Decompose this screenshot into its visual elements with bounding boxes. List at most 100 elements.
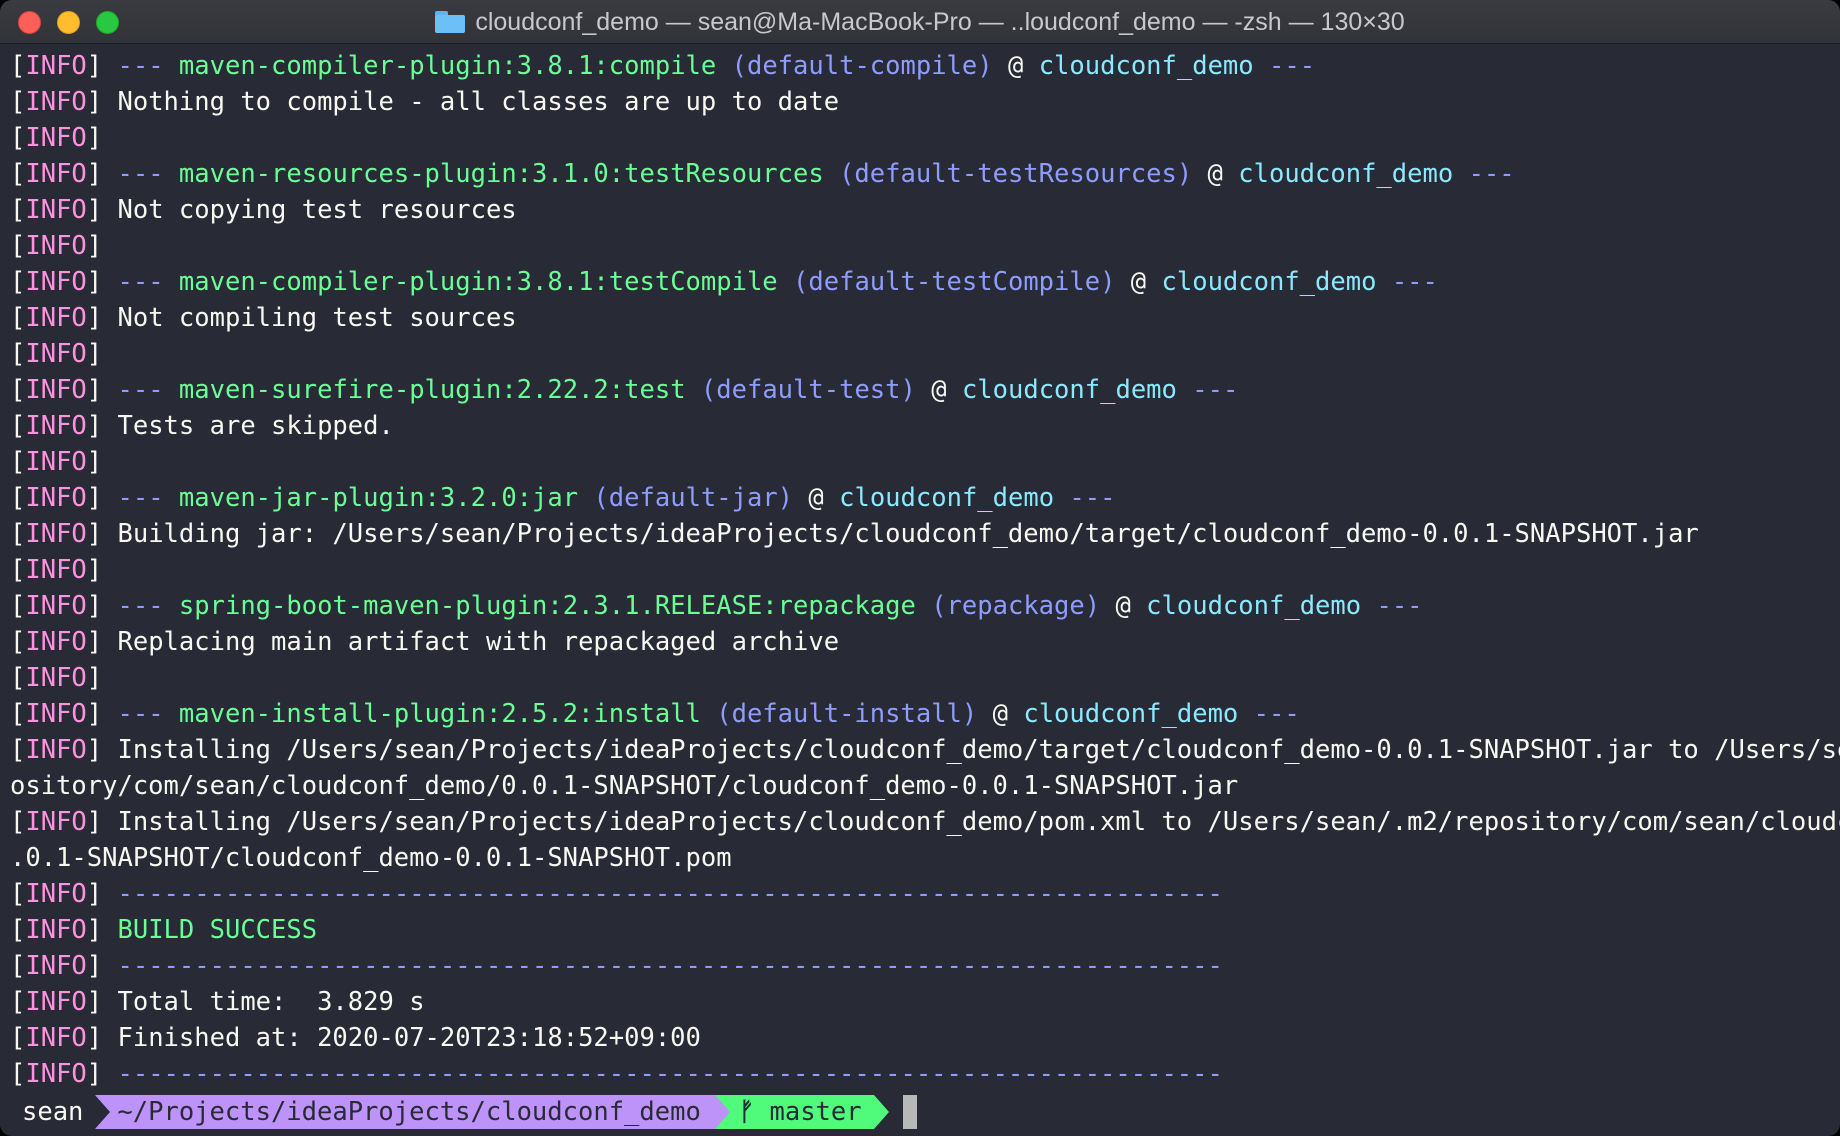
info-label: INFO xyxy=(25,51,87,81)
info-tag: [INFO] xyxy=(10,915,103,945)
plugin-goal: maven-surefire-plugin:2.22.2:test xyxy=(178,375,686,405)
info-label: INFO xyxy=(25,807,87,837)
info-label: INFO xyxy=(25,411,87,441)
plugin-goal: maven-install-plugin:2.5.2:install xyxy=(178,699,701,729)
at-sign: @ xyxy=(1007,51,1024,81)
terminal-line: [INFO] Finished at: 2020-07-20T23:18:52+… xyxy=(10,1020,1840,1056)
info-tag: [INFO] xyxy=(10,195,103,225)
build-status: BUILD SUCCESS xyxy=(117,915,318,945)
separator: --- xyxy=(117,483,164,513)
separator: --- xyxy=(117,159,164,189)
info-label: INFO xyxy=(25,951,87,981)
terminal-line: [INFO] xyxy=(10,228,1840,264)
info-label: INFO xyxy=(25,735,87,765)
info-tag: [INFO] xyxy=(10,483,103,513)
separator: --- xyxy=(1253,699,1300,729)
separator-rule: ----------------------------------------… xyxy=(117,879,1223,909)
plugin-goal: maven-jar-plugin:3.2.0:jar xyxy=(178,483,579,513)
terminal-line: [INFO] Not copying test resources xyxy=(10,192,1840,228)
execution-id: (default-testResources) xyxy=(839,159,1193,189)
terminal-output[interactable]: [INFO] --- maven-compiler-plugin:3.8.1:c… xyxy=(0,44,1840,1130)
info-tag: [INFO] xyxy=(10,339,103,369)
project-name: cloudconf_demo xyxy=(839,483,1055,513)
project-name: cloudconf_demo xyxy=(1038,51,1254,81)
prompt-path: ~/Projects/ideaProjects/cloudconf_demo xyxy=(95,1095,715,1129)
info-tag: [INFO] xyxy=(10,699,103,729)
terminal-line: [INFO] BUILD SUCCESS xyxy=(10,912,1840,948)
info-tag: [INFO] xyxy=(10,879,103,909)
info-tag: [INFO] xyxy=(10,303,103,333)
execution-id: (default-jar) xyxy=(593,483,794,513)
at-sign: @ xyxy=(1207,159,1223,189)
terminal-line: [INFO] --- maven-install-plugin:2.5.2:in… xyxy=(10,696,1840,732)
terminal-line: [INFO] ---------------------------------… xyxy=(10,1056,1840,1092)
at-sign: @ xyxy=(931,375,947,405)
separator-rule: ----------------------------------------… xyxy=(117,1059,1223,1089)
info-tag: [INFO] xyxy=(10,1059,103,1089)
info-tag: [INFO] xyxy=(10,123,103,153)
info-tag: [INFO] xyxy=(10,951,103,981)
terminal-line: [INFO] Not compiling test sources xyxy=(10,300,1840,336)
execution-id: (default-compile) xyxy=(731,51,993,81)
terminal-line: [INFO] Nothing to compile - all classes … xyxy=(10,84,1840,120)
info-label: INFO xyxy=(25,1059,87,1089)
plugin-goal: maven-resources-plugin:3.1.0:testResourc… xyxy=(178,159,824,189)
terminal-line: [INFO] ---------------------------------… xyxy=(10,876,1840,912)
terminal-line: [INFO] xyxy=(10,120,1840,156)
plugin-goal: spring-boot-maven-plugin:2.3.1.RELEASE:r… xyxy=(178,591,916,621)
terminal-window: cloudconf_demo — sean@Ma-MacBook-Pro — .… xyxy=(0,0,1840,1136)
log-message: Installing /Users/sean/Projects/ideaProj… xyxy=(117,735,1840,765)
at-sign: @ xyxy=(1130,267,1147,297)
log-message: Replacing main artifact with repackaged … xyxy=(117,627,840,657)
prompt-user: sean xyxy=(0,1095,96,1129)
terminal-line: [INFO] Installing /Users/sean/Projects/i… xyxy=(10,804,1840,840)
terminal-line: [INFO] Building jar: /Users/sean/Project… xyxy=(10,516,1840,552)
separator: --- xyxy=(117,699,164,729)
info-tag: [INFO] xyxy=(10,375,103,405)
info-label: INFO xyxy=(25,591,87,621)
info-label: INFO xyxy=(25,879,87,909)
log-message: Building jar: /Users/sean/Projects/ideaP… xyxy=(117,519,1699,549)
execution-id: (default-test) xyxy=(700,375,916,405)
terminal-line: .0.1-SNAPSHOT/cloudconf_demo-0.0.1-SNAPS… xyxy=(10,840,1840,876)
separator: --- xyxy=(1468,159,1515,189)
info-tag: [INFO] xyxy=(10,519,103,549)
terminal-line: [INFO] --- maven-compiler-plugin:3.8.1:t… xyxy=(10,264,1840,300)
info-label: INFO xyxy=(25,303,87,333)
project-name: cloudconf_demo xyxy=(1161,267,1377,297)
execution-id: (repackage) xyxy=(931,591,1101,621)
plugin-goal: maven-compiler-plugin:3.8.1:compile xyxy=(178,51,717,81)
info-label: INFO xyxy=(25,663,87,693)
info-tag: [INFO] xyxy=(10,627,103,657)
info-tag: [INFO] xyxy=(10,591,103,621)
terminal-line: [INFO] Tests are skipped. xyxy=(10,408,1840,444)
info-label: INFO xyxy=(25,447,87,477)
info-label: INFO xyxy=(25,483,87,513)
log-message-continued: ository/com/sean/cloudconf_demo/0.0.1-SN… xyxy=(10,771,1239,801)
info-label: INFO xyxy=(25,339,87,369)
info-tag: [INFO] xyxy=(10,1023,103,1053)
info-label: INFO xyxy=(25,519,87,549)
separator: --- xyxy=(1376,591,1423,621)
terminal-line: [INFO] Total time: 3.829 s xyxy=(10,984,1840,1020)
info-label: INFO xyxy=(25,699,87,729)
at-sign: @ xyxy=(808,483,824,513)
info-tag: [INFO] xyxy=(10,87,103,117)
log-message: Not copying test resources xyxy=(117,195,517,225)
execution-id: (default-testCompile) xyxy=(793,267,1116,297)
info-label: INFO xyxy=(25,159,87,189)
terminal-line: [INFO] xyxy=(10,444,1840,480)
window-title-group: cloudconf_demo — sean@Ma-MacBook-Pro — .… xyxy=(0,0,1840,44)
terminal-line: [INFO] --- maven-compiler-plugin:3.8.1:c… xyxy=(10,48,1840,84)
prompt-segment-end xyxy=(873,1095,889,1129)
log-message-continued: .0.1-SNAPSHOT/cloudconf_demo-0.0.1-SNAPS… xyxy=(10,843,732,873)
shell-prompt[interactable]: sean ~/Projects/ideaProjects/cloudconf_de… xyxy=(0,1094,1840,1130)
log-message: Tests are skipped. xyxy=(117,411,394,441)
terminal-line: [INFO] xyxy=(10,552,1840,588)
info-label: INFO xyxy=(25,555,87,585)
info-tag: [INFO] xyxy=(10,51,103,81)
separator-rule: ----------------------------------------… xyxy=(117,951,1223,981)
info-label: INFO xyxy=(25,123,87,153)
terminal-line: [INFO] xyxy=(10,660,1840,696)
terminal-line: ository/com/sean/cloudconf_demo/0.0.1-SN… xyxy=(10,768,1840,804)
